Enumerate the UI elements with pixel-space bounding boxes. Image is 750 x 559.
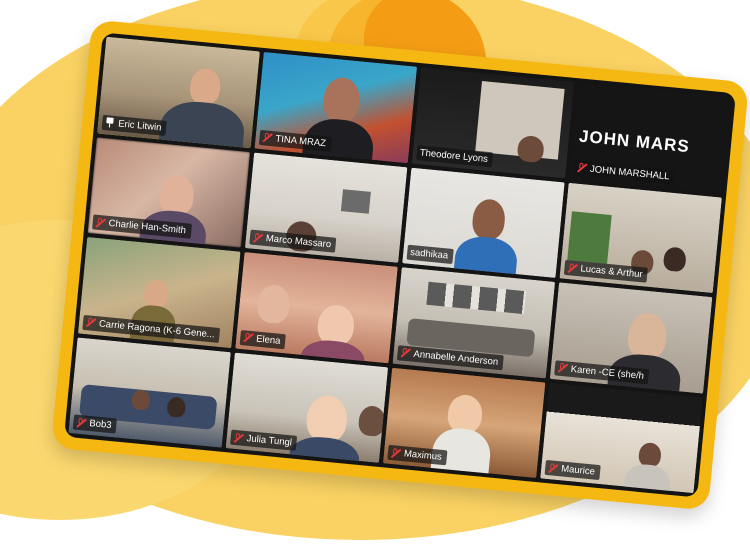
mic-muted-icon xyxy=(253,232,263,243)
participant-name: Bob3 xyxy=(88,417,112,432)
video-feed xyxy=(567,211,612,264)
mic-muted-icon xyxy=(567,263,577,274)
mic-muted-icon xyxy=(391,448,401,459)
participant-name: Maurice xyxy=(560,463,596,478)
participant-name: TINA MRAZ xyxy=(275,133,327,149)
participant-name: Maximus xyxy=(403,448,443,463)
participant-tile-marco-massaro[interactable]: Marco Massaro xyxy=(244,152,408,263)
pin-icon xyxy=(105,117,115,128)
participant-tile-maurice[interactable]: Maurice xyxy=(540,382,703,494)
video-feed xyxy=(341,189,371,214)
participant-tile-maximus[interactable]: Maximus xyxy=(382,367,546,479)
participant-name: Elena xyxy=(255,333,282,347)
mic-muted-icon xyxy=(577,163,587,174)
participant-tile-karen-ce[interactable]: Karen -CE (she/h xyxy=(549,282,713,394)
gallery-view: Eric Litwin TINA MRAZ Theodore Lyons JOH… xyxy=(64,32,736,498)
mic-muted-icon xyxy=(557,363,567,374)
mic-muted-icon xyxy=(262,132,272,143)
mic-muted-icon xyxy=(400,347,410,358)
participant-name: sadhikaa xyxy=(409,246,449,262)
tablet-device: Eric Litwin TINA MRAZ Theodore Lyons JOH… xyxy=(50,19,750,511)
participant-tile-elena[interactable]: Elena xyxy=(235,252,398,363)
mic-muted-icon xyxy=(76,417,86,428)
participant-tile-julia-tungl[interactable]: Julia Tungl xyxy=(225,352,389,463)
participant-tile-lucas-arthur[interactable]: Lucas & Arthur xyxy=(559,182,722,294)
participant-tile-bob3[interactable]: Bob3 xyxy=(68,336,231,448)
mic-muted-icon xyxy=(548,463,558,474)
mic-muted-icon xyxy=(243,332,253,343)
mic-muted-icon xyxy=(233,432,243,443)
participant-tile-annabelle-anderson[interactable]: Annabelle Anderson xyxy=(392,267,556,378)
participant-tile-eric-litwin[interactable]: Eric Litwin xyxy=(97,36,260,148)
participant-tile-sadhikaa[interactable]: sadhikaa xyxy=(402,167,565,278)
participant-name: Eric Litwin xyxy=(117,117,162,133)
participant-tile-carrie-ragona[interactable]: Carrie Ragona (K-6 Gene... xyxy=(78,236,241,348)
participant-tile-tina-mraz[interactable]: TINA MRAZ xyxy=(254,51,418,163)
participant-tile-charlie-han-smith[interactable]: Charlie Han-Smith xyxy=(87,136,251,248)
mic-muted-icon xyxy=(86,317,96,328)
participant-name: Julia Tungl xyxy=(246,433,293,449)
mic-muted-icon xyxy=(95,217,105,228)
participant-tile-theodore-lyons[interactable]: Theodore Lyons xyxy=(411,67,575,178)
participant-tile-john-marshall[interactable]: JOHN MARS JOHN MARSHALL xyxy=(569,82,732,194)
